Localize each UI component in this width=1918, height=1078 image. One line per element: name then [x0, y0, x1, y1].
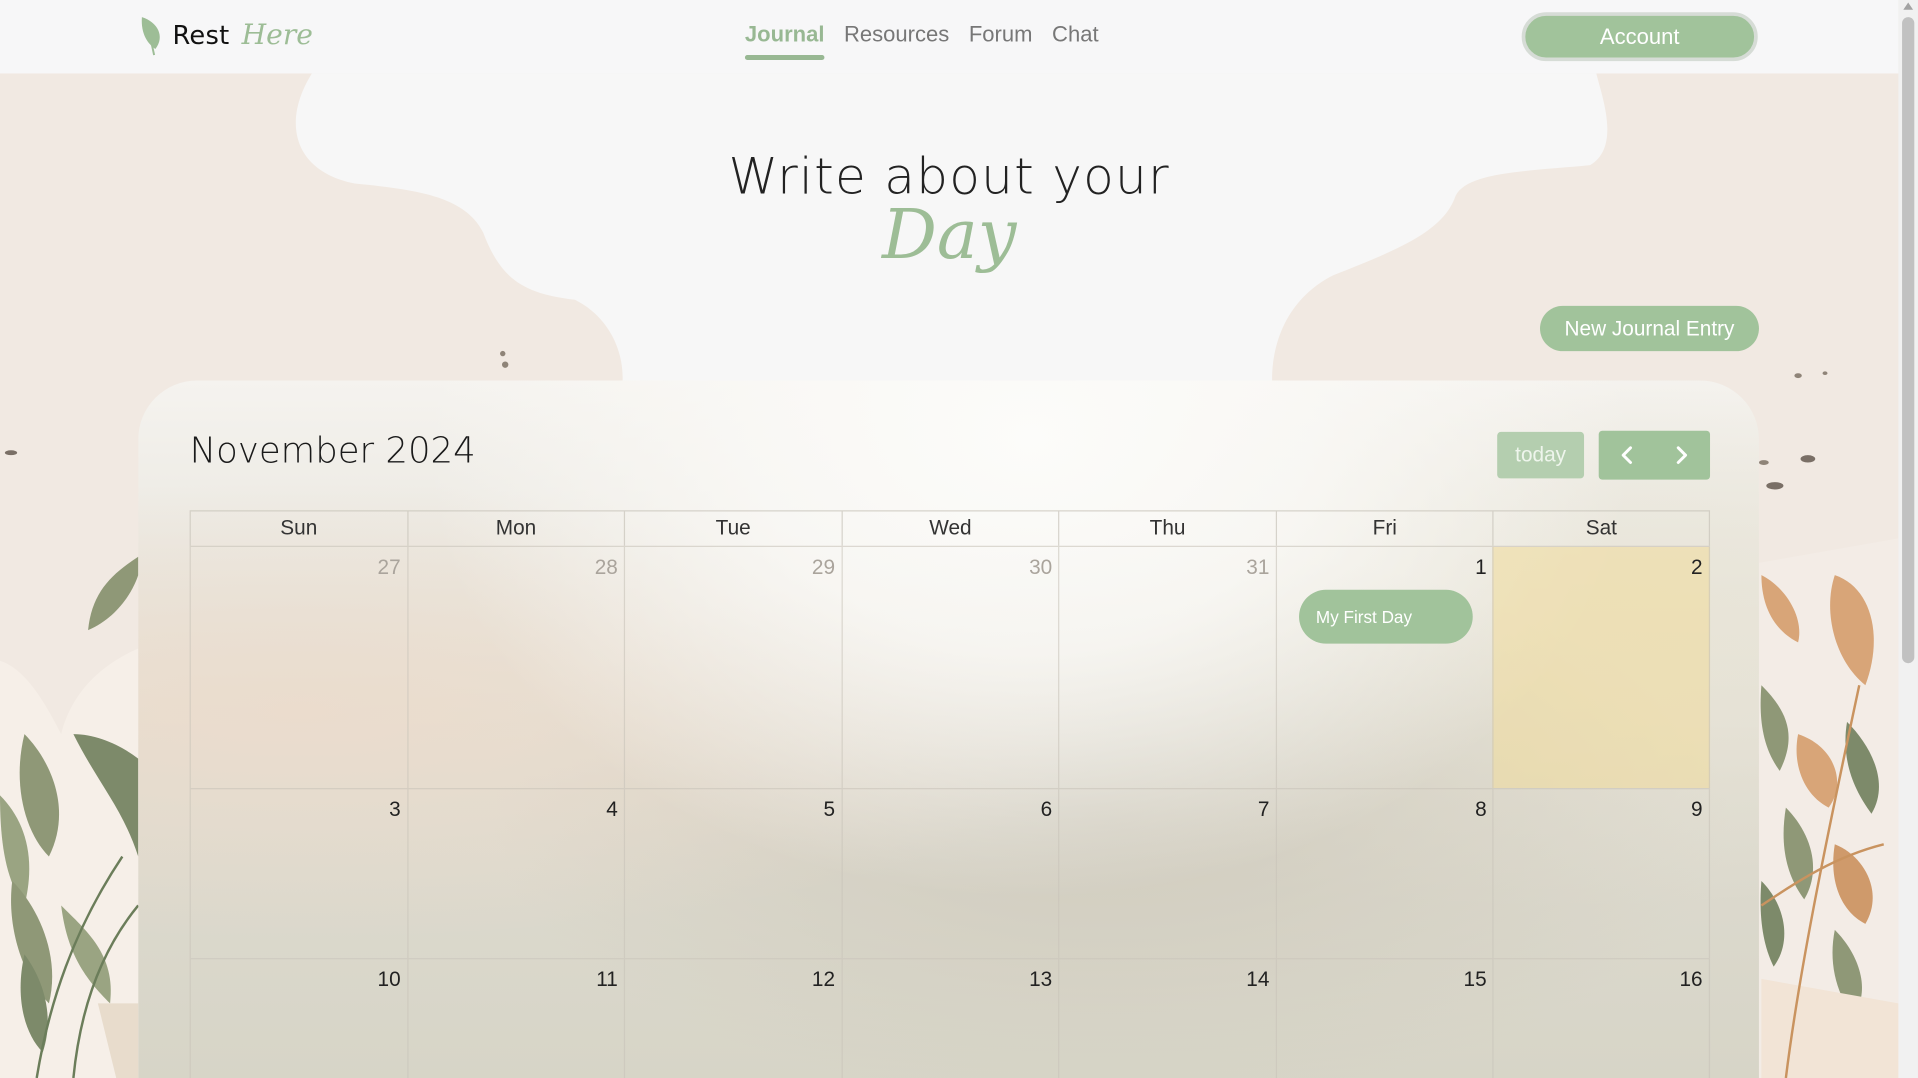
nav-link-forum[interactable]: Forum [969, 22, 1033, 57]
scrollbar-thumb[interactable] [1902, 17, 1915, 664]
weekday-header: Fri [1275, 511, 1493, 546]
nav-link-journal[interactable]: Journal [744, 22, 825, 60]
calendar-day-cell[interactable]: 9 [1492, 789, 1710, 959]
top-navbar: Rest Here Journal Resources Forum Chat A… [0, 0, 1899, 74]
journal-event[interactable]: My First Day [1298, 589, 1473, 644]
page: Rest Here Journal Resources Forum Chat A… [0, 0, 1918, 1078]
calendar-day-cell[interactable]: 16 [1492, 959, 1710, 1078]
day-number[interactable]: 14 [1246, 968, 1269, 992]
weekday-header: Wed [841, 511, 1058, 546]
today-button[interactable]: today [1497, 431, 1585, 479]
page-scrollbar[interactable] [1898, 0, 1918, 1078]
day-number[interactable]: 31 [1246, 556, 1269, 580]
calendar-day-cell[interactable]: 30 [841, 546, 1058, 788]
chevron-left-icon [1621, 446, 1632, 464]
day-number[interactable]: 3 [389, 798, 401, 822]
nav-link-chat[interactable]: Chat [1052, 22, 1099, 57]
calendar-day-cell-today[interactable]: 2 [1492, 546, 1710, 788]
weekday-header: Thu [1058, 511, 1275, 546]
day-number[interactable]: 16 [1679, 968, 1702, 992]
calendar-day-cell[interactable]: 7 [1058, 789, 1275, 959]
day-number[interactable]: 30 [1029, 556, 1052, 580]
calendar-week-row: 27 28 29 30 31 1 My First Day 2 [189, 545, 1711, 788]
nav-links: Journal Resources Forum Chat [744, 22, 1099, 60]
day-number[interactable]: 7 [1258, 798, 1270, 822]
calendar-day-cell[interactable]: 11 [406, 959, 624, 1078]
calendar-day-cell[interactable]: 3 [189, 789, 407, 959]
day-number[interactable]: 11 [596, 968, 618, 992]
weekday-header-row: Sun Mon Tue Wed Thu Fri Sat [189, 510, 1711, 546]
calendar-day-cell[interactable]: 13 [841, 959, 1058, 1078]
weekday-header: Tue [623, 511, 841, 546]
account-button[interactable]: Account [1521, 12, 1758, 62]
weekday-header: Mon [406, 511, 624, 546]
day-number[interactable]: 9 [1691, 798, 1703, 822]
day-number[interactable]: 12 [812, 968, 835, 992]
leaf-icon [141, 17, 160, 56]
prev-month-button[interactable] [1599, 431, 1654, 480]
chevron-right-icon [1676, 446, 1687, 464]
weekday-header: Sun [189, 511, 407, 546]
calendar-day-cell[interactable]: 6 [841, 789, 1058, 959]
calendar-day-cell[interactable]: 12 [623, 959, 841, 1078]
calendar-day-cell[interactable]: 14 [1058, 959, 1275, 1078]
calendar-day-cell[interactable]: 10 [189, 959, 407, 1078]
day-number[interactable]: 2 [1691, 556, 1703, 580]
day-number[interactable]: 15 [1464, 968, 1487, 992]
next-month-button[interactable] [1654, 431, 1709, 480]
calendar-day-cell[interactable]: 31 [1058, 546, 1275, 788]
calendar-week-row: 10 11 12 13 14 15 16 [189, 958, 1711, 1078]
scroll-up-arrow-icon[interactable] [1903, 2, 1914, 10]
day-number[interactable]: 13 [1029, 968, 1052, 992]
brand-name-rest: Rest [172, 20, 230, 51]
weekday-header: Sat [1492, 511, 1710, 546]
brand-name-here: Here [241, 19, 313, 52]
day-number[interactable]: 8 [1475, 798, 1487, 822]
new-journal-entry-button[interactable]: New Journal Entry [1540, 305, 1759, 352]
calendar-day-cell[interactable]: 5 [623, 789, 841, 959]
nav-link-resources[interactable]: Resources [844, 22, 949, 57]
day-number[interactable]: 10 [378, 968, 401, 992]
calendar-grid: Sun Mon Tue Wed Thu Fri Sat 27 28 29 30 … [189, 510, 1711, 1078]
calendar-day-cell[interactable]: 8 [1275, 789, 1493, 959]
calendar-day-cell[interactable]: 4 [406, 789, 624, 959]
calendar-day-cell[interactable]: 28 [406, 546, 624, 788]
day-number[interactable]: 5 [823, 798, 835, 822]
calendar-month-title: November 2024 [189, 429, 476, 472]
calendar-day-cell[interactable]: 29 [623, 546, 841, 788]
calendar-day-cell[interactable]: 27 [189, 546, 407, 788]
calendar-day-cell[interactable]: 1 My First Day [1275, 546, 1493, 788]
hero-title-accent: Day [881, 195, 1017, 276]
day-number[interactable]: 4 [606, 798, 618, 822]
day-number[interactable]: 28 [595, 556, 618, 580]
brand-logo[interactable]: Rest Here [138, 15, 313, 57]
day-number[interactable]: 1 [1475, 556, 1487, 580]
day-number[interactable]: 6 [1041, 798, 1053, 822]
calendar-card: November 2024 today Sun Mon Tue Wed Thu [138, 380, 1759, 1078]
day-number[interactable]: 29 [812, 556, 835, 580]
calendar-nav-buttons [1598, 430, 1711, 480]
day-number[interactable]: 27 [378, 556, 401, 580]
calendar-week-row: 3 4 5 6 7 8 9 [189, 787, 1711, 959]
calendar-day-cell[interactable]: 15 [1275, 959, 1493, 1078]
